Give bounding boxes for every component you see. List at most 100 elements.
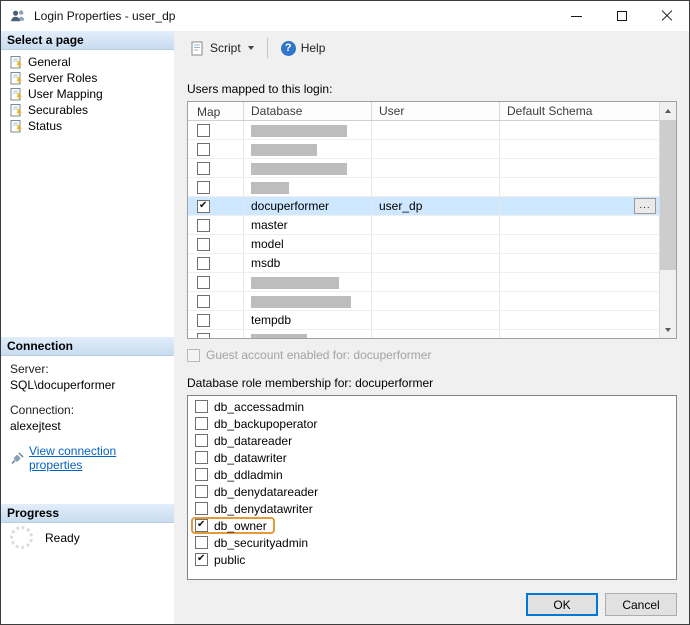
role-checkbox[interactable] (195, 417, 208, 430)
user-cell (372, 330, 500, 339)
map-checkbox[interactable] (197, 200, 210, 213)
arrow-down-icon (665, 328, 671, 332)
map-checkbox[interactable] (197, 181, 210, 194)
scroll-down-button[interactable] (660, 321, 676, 338)
sidebar-item-status[interactable]: Status (1, 118, 174, 134)
login-properties-dialog: Login Properties - user_dp Select a page… (0, 0, 690, 625)
map-checkbox[interactable] (197, 143, 210, 156)
schema-cell (500, 273, 659, 291)
table-row[interactable] (188, 159, 659, 178)
script-button[interactable]: Script (182, 36, 262, 61)
schema-cell (500, 121, 659, 139)
redacted-text-block (251, 144, 317, 156)
user-cell (372, 273, 500, 291)
sidebar-item-user-mapping[interactable]: User Mapping (1, 86, 174, 102)
role-checkbox[interactable] (195, 451, 208, 464)
role-item-db-denydatawriter[interactable]: db_denydatawriter (191, 500, 676, 517)
database-cell (244, 330, 372, 339)
sidebar-item-label: User Mapping (28, 87, 103, 101)
map-checkbox[interactable] (197, 276, 210, 289)
role-checkbox[interactable] (195, 536, 208, 549)
user-mapping-table: Map Database User Default Schema (187, 101, 677, 339)
maximize-button[interactable] (599, 1, 644, 31)
close-button[interactable] (644, 1, 689, 31)
table-row-tempdb[interactable]: tempdb (188, 311, 659, 330)
map-checkbox[interactable] (197, 314, 210, 327)
role-item-public[interactable]: public (191, 551, 676, 568)
ok-button[interactable]: OK (526, 593, 598, 616)
scroll-up-button[interactable] (660, 102, 676, 119)
main-panel: Script ? Help Users mapped to this login… (174, 31, 689, 624)
database-cell (244, 292, 372, 310)
role-item-db-datareader[interactable]: db_datareader (191, 432, 676, 449)
close-icon (661, 10, 673, 22)
column-header-user[interactable]: User (372, 102, 500, 120)
database-cell (244, 121, 372, 139)
role-item-db-owner[interactable]: db_owner (191, 517, 676, 534)
role-checkbox[interactable] (195, 400, 208, 413)
schema-cell (500, 311, 659, 329)
map-checkbox[interactable] (197, 162, 210, 175)
cancel-button[interactable]: Cancel (605, 593, 677, 616)
role-checkbox[interactable] (195, 519, 208, 532)
table-row[interactable] (188, 273, 659, 292)
table-header-row: Map Database User Default Schema (188, 102, 659, 121)
view-connection-properties-link[interactable]: View connection properties (29, 444, 170, 472)
role-checkbox[interactable] (195, 434, 208, 447)
schema-cell (500, 254, 659, 272)
toolbar: Script ? Help (174, 31, 689, 65)
role-item-inner: db_backupoperator (191, 415, 325, 432)
sidebar-item-securables[interactable]: Securables (1, 102, 174, 118)
map-checkbox[interactable] (197, 219, 210, 232)
connection-label: Connection: (10, 403, 170, 417)
table-row[interactable] (188, 292, 659, 311)
role-checkbox[interactable] (195, 468, 208, 481)
role-item-db-accessadmin[interactable]: db_accessadmin (191, 398, 676, 415)
database-cell: model (244, 235, 372, 253)
scrollbar-thumb[interactable] (660, 120, 676, 270)
role-item-db-ddladmin[interactable]: db_ddladmin (191, 466, 676, 483)
minimize-button[interactable] (554, 1, 599, 31)
guest-account-label: Guest account enabled for: docuperformer (206, 348, 431, 362)
help-button[interactable]: ? Help (273, 36, 334, 61)
sidebar-item-server-roles[interactable]: Server Roles (1, 70, 174, 86)
column-header-map[interactable]: Map (188, 102, 244, 120)
role-checkbox[interactable] (195, 502, 208, 515)
sidebar-item-general[interactable]: General (1, 54, 174, 70)
role-item-db-datawriter[interactable]: db_datawriter (191, 449, 676, 466)
column-header-database[interactable]: Database (244, 102, 372, 120)
table-row-msdb[interactable]: msdb (188, 254, 659, 273)
map-checkbox[interactable] (197, 333, 210, 339)
column-header-default-schema[interactable]: Default Schema (500, 102, 659, 120)
database-role-list: db_accessadmin db_backupoperator db_data… (187, 395, 677, 580)
maximize-icon (617, 11, 627, 21)
table-row-docuperformer[interactable]: docuperformer user_dp ... (188, 197, 659, 216)
database-cell (244, 159, 372, 177)
browse-schema-button[interactable]: ... (634, 198, 656, 214)
role-checkbox[interactable] (195, 485, 208, 498)
role-item-db-denydatareader[interactable]: db_denydatareader (191, 483, 676, 500)
role-checkbox[interactable] (195, 553, 208, 566)
page-icon (10, 88, 23, 101)
map-checkbox[interactable] (197, 295, 210, 308)
table-row[interactable] (188, 330, 659, 339)
database-cell (244, 178, 372, 196)
role-label: db_ddladmin (214, 468, 283, 482)
role-item-db-securityadmin[interactable]: db_securityadmin (191, 534, 676, 551)
table-row[interactable] (188, 140, 659, 159)
map-checkbox[interactable] (197, 238, 210, 251)
table-row-master[interactable]: master (188, 216, 659, 235)
table-vertical-scrollbar[interactable] (659, 102, 676, 338)
sidebar-item-label: Status (28, 119, 62, 133)
sidebar-item-label: General (28, 55, 71, 69)
role-item-db-backupoperator[interactable]: db_backupoperator (191, 415, 676, 432)
table-row-model[interactable]: model (188, 235, 659, 254)
script-button-label: Script (210, 41, 241, 55)
connection-header: Connection (1, 337, 174, 356)
map-checkbox[interactable] (197, 124, 210, 137)
table-row[interactable] (188, 178, 659, 197)
map-checkbox[interactable] (197, 257, 210, 270)
plug-icon (10, 452, 24, 465)
table-row[interactable] (188, 121, 659, 140)
toolbar-separator (267, 38, 268, 58)
